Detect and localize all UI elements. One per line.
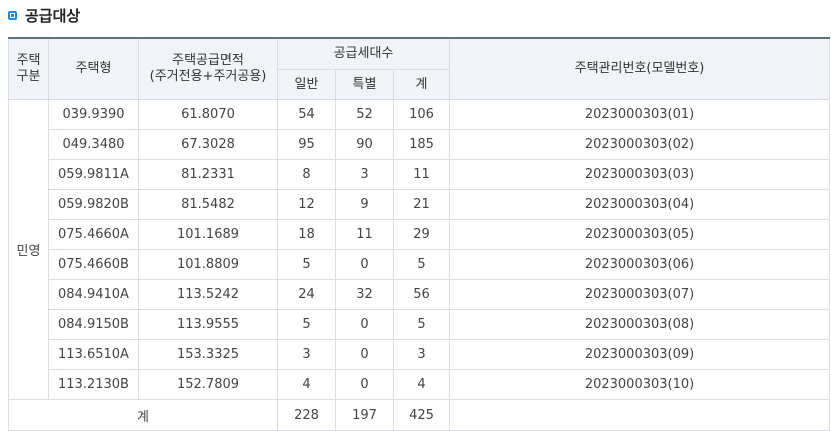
cell-model: 2023000303(06): [449, 249, 831, 280]
cell-area: 113.5242: [138, 279, 278, 310]
section-title: 공급대상: [8, 4, 80, 26]
cell-general: 18: [277, 219, 336, 250]
cell-type: 113.2130B: [48, 369, 139, 400]
cell-model: 2023000303(05): [449, 219, 831, 250]
cell-total: 5: [392, 249, 451, 280]
cell-general: 3: [277, 339, 336, 370]
cell-type: 059.9811A: [48, 159, 139, 190]
cell-general: 5: [277, 309, 336, 340]
cell-model: 2023000303(09): [449, 339, 831, 370]
cell-general: 95: [277, 129, 336, 160]
header-area-line2: (주거전용+주거공용): [149, 69, 267, 84]
square-bullet-icon: [8, 10, 17, 20]
table-row: 075.4660A 101.1689 18 11 29 2023000303(0…: [9, 219, 831, 250]
cell-model: 2023000303(01): [449, 99, 831, 130]
cell-total: 29: [392, 219, 451, 250]
cell-area: 67.3028: [138, 129, 278, 160]
cell-special: 0: [335, 339, 394, 370]
header-special: 특별: [335, 69, 394, 100]
cell-type: 084.9150B: [48, 309, 139, 340]
cell-special: 3: [335, 159, 394, 190]
total-model: [449, 399, 831, 431]
table-row: 113.6510A 153.3325 3 0 3 2023000303(09): [9, 339, 831, 370]
table-row: 084.9150B 113.9555 5 0 5 2023000303(08): [9, 309, 831, 340]
cell-general: 5: [277, 249, 336, 280]
table-row: 민영 039.9390 61.8070 54 52 106 2023000303…: [8, 99, 831, 400]
cell-type: 075.4660B: [48, 249, 139, 280]
cell-general: 24: [277, 279, 336, 310]
cell-model: 2023000303(03): [449, 159, 831, 190]
cell-model: 2023000303(04): [449, 189, 831, 220]
table-row: 084.9410A 113.5242 24 32 56 2023000303(0…: [9, 279, 831, 310]
cell-area: 101.1689: [138, 219, 278, 250]
cell-total: 5: [392, 309, 451, 340]
cell-model: 2023000303(07): [449, 279, 831, 310]
header-area-line1: 주택공급면적: [172, 53, 244, 68]
cell-total: 106: [392, 99, 451, 130]
header-general: 일반: [277, 69, 336, 100]
cell-area: 81.5482: [138, 189, 278, 220]
header-households: 공급세대수: [276, 37, 451, 70]
header-total: 계: [392, 69, 451, 100]
supply-table: 주택 구분 주택형 주택공급면적 (주거전용+주거공용) 공급세대수 주택관리번…: [8, 37, 831, 431]
table-row: 075.4660B 101.8809 5 0 5 2023000303(06): [9, 249, 831, 280]
table-row: 059.9820B 81.5482 12 9 21 2023000303(04): [9, 189, 831, 220]
cell-general: 54: [277, 99, 336, 130]
cell-area: 152.7809: [138, 369, 278, 400]
cell-model: 2023000303(02): [449, 129, 831, 160]
cell-area: 101.8809: [138, 249, 278, 280]
total-total: 425: [392, 399, 451, 431]
cell-special: 0: [335, 249, 394, 280]
table-row: 113.2130B 152.7809 4 0 4 2023000303(10): [9, 369, 831, 400]
header-housing-type: 주택형: [48, 37, 139, 100]
section-title-text: 공급대상: [25, 6, 81, 25]
cell-type: 039.9390: [48, 99, 139, 130]
cell-general: 8: [277, 159, 336, 190]
cell-type: 049.3480: [48, 129, 139, 160]
cell-total: 11: [392, 159, 451, 190]
cell-area: 153.3325: [138, 339, 278, 370]
cell-total: 4: [392, 369, 451, 400]
cell-special: 0: [335, 369, 394, 400]
total-special: 197: [335, 399, 394, 431]
cell-total: 21: [392, 189, 451, 220]
group-label: 민영: [8, 99, 49, 400]
cell-total: 185: [392, 129, 451, 160]
header-area: 주택공급면적 (주거전용+주거공용): [138, 37, 278, 100]
cell-general: 12: [277, 189, 336, 220]
cell-special: 52: [335, 99, 394, 130]
cell-total: 3: [392, 339, 451, 370]
cell-area: 81.2331: [138, 159, 278, 190]
cell-type: 113.6510A: [48, 339, 139, 370]
cell-area: 61.8070: [138, 99, 278, 130]
cell-special: 32: [335, 279, 394, 310]
total-label: 계: [8, 399, 278, 431]
cell-model: 2023000303(10): [449, 369, 831, 400]
cell-special: 9: [335, 189, 394, 220]
cell-special: 11: [335, 219, 394, 250]
cell-type: 059.9820B: [48, 189, 139, 220]
table-row: 059.9811A 81.2331 8 3 11 2023000303(03): [9, 159, 831, 190]
cell-type: 084.9410A: [48, 279, 139, 310]
cell-area: 113.9555: [138, 309, 278, 340]
cell-total: 56: [392, 279, 451, 310]
header-type-group-line1: 주택: [16, 53, 41, 68]
cell-type: 075.4660A: [48, 219, 139, 250]
total-general: 228: [277, 399, 336, 431]
header-type-group-line2: 구분: [16, 69, 41, 84]
cell-special: 90: [335, 129, 394, 160]
table-row: 049.3480 67.3028 95 90 185 2023000303(02…: [9, 129, 831, 160]
cell-special: 0: [335, 309, 394, 340]
cell-general: 4: [277, 369, 336, 400]
header-model-no: 주택관리번호(모델번호): [449, 37, 831, 100]
header-type-group: 주택 구분: [8, 37, 49, 100]
total-row: 계 228 197 425: [8, 399, 831, 431]
cell-model: 2023000303(08): [449, 309, 831, 340]
